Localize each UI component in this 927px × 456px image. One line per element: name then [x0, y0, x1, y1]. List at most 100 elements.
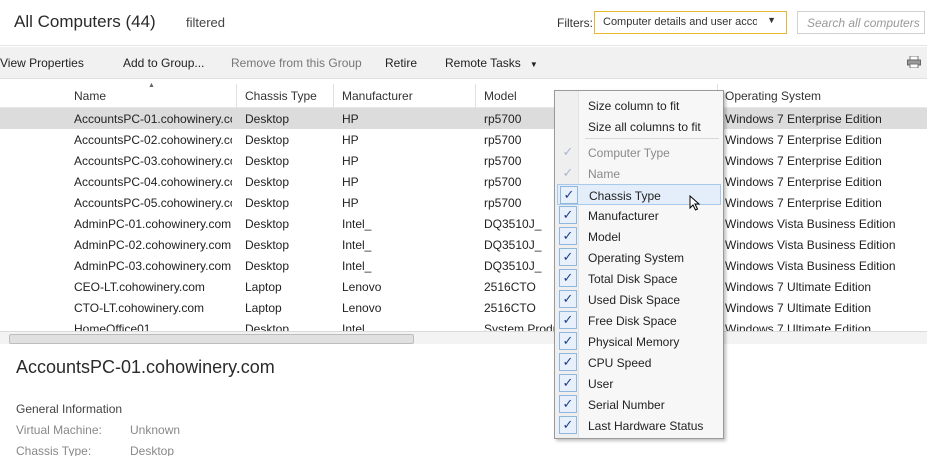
virtual-machine-label: Virtual Machine: — [16, 423, 102, 437]
table-cell: HP — [342, 175, 359, 189]
menu-item-free-disk-space[interactable]: ✓ Free Disk Space — [557, 310, 721, 331]
menu-item-last-hardware-status[interactable]: ✓ Last Hardware Status — [557, 415, 721, 436]
table-row[interactable]: AdminPC-03.cohowinery.com Desktop Intel_ DQ… — [0, 255, 927, 276]
filtered-label: filtered — [186, 15, 226, 30]
remove-from-group-button[interactable]: Remove from this Group — [231, 56, 362, 70]
table-cell: Windows 7 Enterprise Edition — [725, 175, 882, 189]
filters-dropdown[interactable]: Computer details and user account ▼ — [594, 11, 787, 34]
table-cell: Lenovo — [342, 280, 382, 294]
table-cell: Desktop — [245, 259, 290, 273]
menu-item-label: CPU Speed — [588, 356, 652, 370]
column-header-operating-system[interactable]: Operating System — [725, 89, 821, 103]
menu-item-total-disk-space[interactable]: ✓ Total Disk Space — [557, 268, 721, 289]
checkmark-icon: ✓ — [559, 269, 577, 287]
table-cell: DQ3510J_ — [484, 259, 542, 273]
remote-tasks-label: Remote Tasks — [445, 56, 521, 70]
search-input[interactable]: Search all computers — [797, 11, 925, 34]
column-header-model[interactable]: Model — [484, 89, 517, 103]
horizontal-scrollbar[interactable] — [0, 331, 927, 344]
add-to-group-button[interactable]: Add to Group... — [123, 56, 204, 70]
table-cell: Windows Vista Business Edition — [725, 217, 896, 231]
table-row[interactable]: AdminPC-01.cohowinery.com Desktop Intel_ DQ… — [0, 213, 927, 234]
table-cell: Windows 7 Ultimate Edition — [725, 301, 872, 315]
column-header-name[interactable]: Name — [74, 89, 106, 103]
menu-item-label: Serial Number — [588, 398, 665, 412]
table-cell: Laptop — [245, 280, 282, 294]
table-cell: HP — [342, 154, 359, 168]
table-cell: Laptop — [245, 301, 282, 315]
page-title: All Computers (44) — [14, 12, 156, 31]
column-chooser-menu: Size column to fit Size all columns to f… — [554, 90, 724, 439]
menu-item-user[interactable]: ✓ User — [557, 373, 721, 394]
printer-icon[interactable] — [907, 56, 921, 68]
menu-item-size-all-columns[interactable]: Size all columns to fit — [557, 116, 721, 137]
table-cell: Desktop — [245, 112, 290, 126]
table-cell: rp5700 — [484, 175, 522, 189]
menu-item-serial-number[interactable]: ✓ Serial Number — [557, 394, 721, 415]
table-cell: rp5700 — [484, 133, 522, 147]
checkmark-icon: ✓ — [559, 290, 577, 308]
table-cell: AdminPC-03.cohowinery.com — [74, 259, 232, 273]
table-cell: Desktop — [245, 175, 290, 189]
menu-item-cpu-speed[interactable]: ✓ CPU Speed — [557, 352, 721, 373]
table-cell: HP — [342, 133, 359, 147]
menu-item-model[interactable]: ✓ Model — [557, 226, 721, 247]
checkmark-icon: ✓ — [559, 374, 577, 392]
chassis-type-label: Chassis Type: — [16, 444, 92, 456]
table-cell: HP — [342, 196, 359, 210]
column-divider[interactable] — [236, 84, 237, 108]
column-header-chassis-type[interactable]: Chassis Type — [245, 89, 317, 103]
menu-item-label: Last Hardware Status — [588, 419, 704, 433]
menu-item-label: Computer Type — [588, 146, 670, 160]
menu-item-physical-memory[interactable]: ✓ Physical Memory — [557, 331, 721, 352]
toolbar: View Properties Add to Group... Remove f… — [0, 47, 927, 79]
retire-button[interactable]: Retire — [385, 56, 417, 70]
table-cell: AdminPC-01.cohowinery.com — [74, 217, 232, 231]
remote-tasks-button[interactable]: Remote Tasks ▼ — [445, 56, 538, 70]
filters-dropdown-value: Computer details and user account — [603, 16, 757, 28]
table-cell: rp5700 — [484, 154, 522, 168]
menu-item-computer-type[interactable]: ✓ Computer Type — [557, 142, 721, 163]
menu-item-used-disk-space[interactable]: ✓ Used Disk Space — [557, 289, 721, 310]
menu-item-label: Used Disk Space — [588, 293, 681, 307]
table-cell: Desktop — [245, 238, 290, 252]
caret-down-icon: ▼ — [529, 60, 538, 69]
table-row[interactable]: CTO-LT.cohowinery.com Laptop Lenovo 2516CTO… — [0, 297, 927, 318]
table-cell: Desktop — [245, 217, 290, 231]
table-cell: 2516CTO — [484, 280, 536, 294]
menu-item-name[interactable]: ✓ Name — [557, 163, 721, 184]
checkmark-icon: ✓ — [562, 165, 574, 180]
checkmark-icon: ✓ — [560, 186, 578, 204]
table-cell: CEO-LT.cohowinery.com — [74, 280, 205, 294]
table-cell: Intel_ — [342, 217, 372, 231]
details-section-heading: General Information — [16, 402, 123, 416]
table-cell: AccountsPC-04.cohowinery.com — [74, 175, 232, 189]
menu-item-operating-system[interactable]: ✓ Operating System — [557, 247, 721, 268]
table-cell: HP — [342, 112, 359, 126]
menu-item-label: Size all columns to fit — [588, 120, 701, 134]
table-row[interactable]: AccountsPC-03.cohowinery.com Desktop HP rp5… — [0, 150, 927, 171]
checkmark-icon: ✓ — [559, 311, 577, 329]
table-row[interactable]: AdminPC-02.cohowinery.com Desktop Intel_ DQ… — [0, 234, 927, 255]
table-cell: Windows 7 Enterprise Edition — [725, 196, 882, 210]
menu-separator — [585, 138, 719, 139]
column-divider[interactable] — [333, 84, 334, 108]
menu-item-label: Physical Memory — [588, 335, 680, 349]
table-row[interactable]: AccountsPC-01.cohowinery.com Desktop HP rp5… — [0, 108, 927, 129]
table-cell: Windows Vista Business Edition — [725, 259, 896, 273]
table-row[interactable]: AccountsPC-04.cohowinery.com Desktop HP rp5… — [0, 171, 927, 192]
details-title: AccountsPC-01.cohowinery.com — [16, 357, 275, 377]
chassis-type-value: Desktop — [130, 444, 175, 456]
table-cell: AccountsPC-02.cohowinery.com — [74, 133, 232, 147]
scrollbar-thumb[interactable] — [9, 334, 414, 344]
column-header-manufacturer[interactable]: Manufacturer — [342, 89, 413, 103]
table-cell: DQ3510J_ — [484, 238, 542, 252]
menu-item-size-column[interactable]: Size column to fit — [557, 95, 721, 116]
table-row[interactable]: CEO-LT.cohowinery.com Laptop Lenovo 2516CTO… — [0, 276, 927, 297]
table-row[interactable]: AccountsPC-05.cohowinery.com Desktop HP rp5… — [0, 192, 927, 213]
menu-item-label: Total Disk Space — [588, 272, 678, 286]
column-divider[interactable] — [475, 84, 476, 108]
table-row[interactable]: AccountsPC-02.cohowinery.com Desktop HP rp5… — [0, 129, 927, 150]
view-properties-button[interactable]: View Properties — [0, 56, 84, 70]
menu-item-label: Model — [588, 230, 621, 244]
